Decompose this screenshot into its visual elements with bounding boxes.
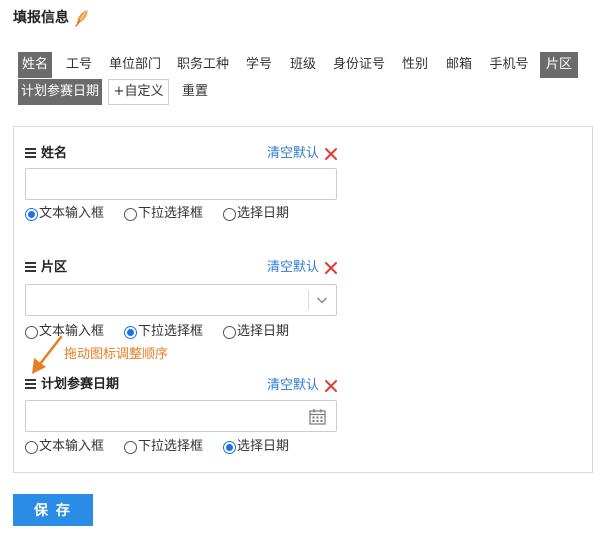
page-title: 填报信息 xyxy=(13,10,69,26)
radio-unchecked[interactable] xyxy=(223,325,236,339)
chevron-down-icon xyxy=(316,297,328,304)
feather-icon xyxy=(75,10,88,27)
radio-unchecked[interactable] xyxy=(25,440,38,454)
close-icon[interactable] xyxy=(324,147,338,161)
radio-label: 文本输入框 xyxy=(39,206,105,221)
radio-checked[interactable] xyxy=(223,440,236,454)
field-label: 姓名 xyxy=(41,146,68,161)
clear-default-link[interactable]: 清空默认 xyxy=(267,377,319,395)
radio-label: 下拉选择框 xyxy=(138,439,204,454)
tag-danwei-bumen[interactable]: 单位部门 xyxy=(106,52,164,78)
radio-unchecked[interactable] xyxy=(124,207,137,221)
drag-handle-icon[interactable] xyxy=(25,378,36,389)
radio-select[interactable]: 下拉选择框 xyxy=(124,438,203,456)
calendar-icon[interactable] xyxy=(309,408,326,425)
reset-button[interactable]: 重置 xyxy=(178,79,212,105)
radio-label: 文本输入框 xyxy=(39,439,105,454)
tag-xingbie[interactable]: 性别 xyxy=(398,52,432,78)
arrow-up-left-icon xyxy=(32,335,63,374)
field-row-header: 计划参赛日期 xyxy=(25,376,119,394)
save-button[interactable]: 保 存 xyxy=(13,494,93,526)
tag-xuehao[interactable]: 学号 xyxy=(242,52,276,78)
close-icon[interactable] xyxy=(324,379,338,393)
tag-shenfenzheng[interactable]: 身份证号 xyxy=(330,52,388,78)
control-type-options: 文本输入框 下拉选择框 选择日期 xyxy=(25,438,345,456)
radio-text-input[interactable]: 文本输入框 xyxy=(25,438,104,456)
date-input[interactable] xyxy=(25,400,337,432)
field-row-header: 姓名 xyxy=(25,145,67,163)
tag-jihua-cansai-riqi[interactable]: 计划参赛日期 xyxy=(18,79,102,105)
radio-checked[interactable] xyxy=(25,207,38,221)
text-input[interactable] xyxy=(25,168,337,200)
radio-select[interactable]: 下拉选择框 xyxy=(124,323,203,341)
tag-shoujihao[interactable]: 手机号 xyxy=(486,52,532,78)
select-divider xyxy=(308,290,309,310)
radio-label: 选择日期 xyxy=(237,206,290,221)
radio-text-input[interactable]: 文本输入框 xyxy=(25,205,104,223)
drag-handle-icon[interactable] xyxy=(25,147,36,158)
tag-xingming[interactable]: 姓名 xyxy=(18,52,52,78)
add-custom-button[interactable]: +自定义 xyxy=(108,79,169,105)
radio-label: 选择日期 xyxy=(237,324,290,339)
radio-date[interactable]: 选择日期 xyxy=(223,323,289,341)
select-dropdown[interactable] xyxy=(25,284,337,316)
clear-default-link[interactable]: 清空默认 xyxy=(267,145,319,163)
tag-gonghao[interactable]: 工号 xyxy=(62,52,96,78)
close-icon[interactable] xyxy=(324,261,338,275)
field-row-header: 片区 xyxy=(25,259,67,277)
drag-handle-icon[interactable] xyxy=(25,261,36,272)
radio-date[interactable]: 选择日期 xyxy=(223,205,289,223)
tag-pianqu[interactable]: 片区 xyxy=(540,52,578,78)
tag-zhiwu-gongzhong[interactable]: 职务工种 xyxy=(174,52,232,78)
field-label: 计划参赛日期 xyxy=(41,377,120,392)
radio-label: 选择日期 xyxy=(237,439,290,454)
radio-unchecked[interactable] xyxy=(124,440,137,454)
radio-select[interactable]: 下拉选择框 xyxy=(124,205,203,223)
control-type-options: 文本输入框 下拉选择框 选择日期 xyxy=(25,205,345,223)
radio-checked[interactable] xyxy=(124,325,137,339)
tag-youxiang[interactable]: 邮箱 xyxy=(442,52,476,78)
radio-label: 下拉选择框 xyxy=(138,324,204,339)
radio-unchecked[interactable] xyxy=(223,207,236,221)
radio-date[interactable]: 选择日期 xyxy=(223,438,289,456)
radio-label: 下拉选择框 xyxy=(138,206,204,221)
drag-hint-text: 拖动图标调整顺序 xyxy=(64,347,169,362)
field-label: 片区 xyxy=(41,260,68,275)
control-type-options: 文本输入框 下拉选择框 选择日期 xyxy=(25,323,345,341)
clear-default-link[interactable]: 清空默认 xyxy=(267,259,319,277)
tag-banji[interactable]: 班级 xyxy=(286,52,320,78)
